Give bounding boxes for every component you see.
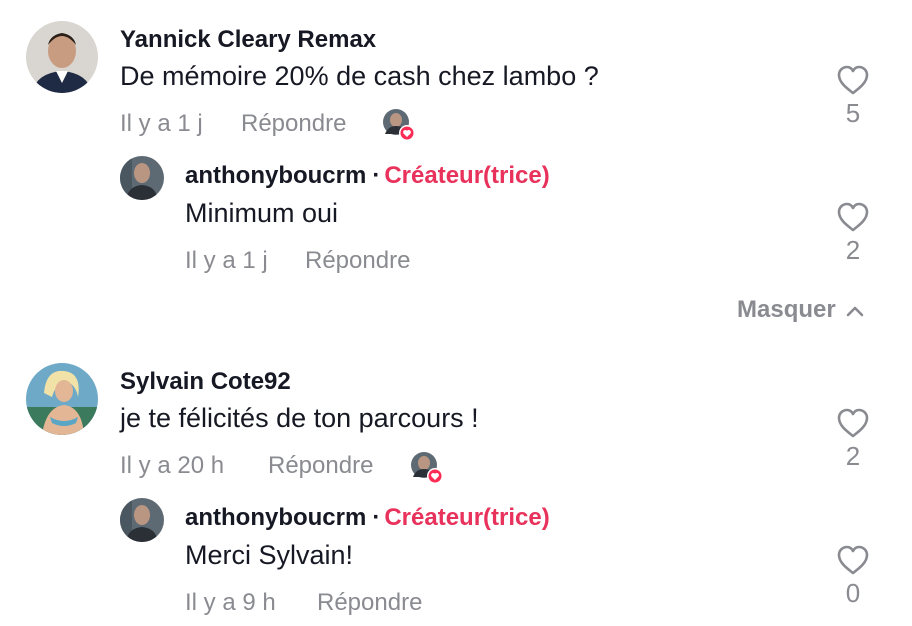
like-count: 2 — [845, 441, 861, 471]
comment-author[interactable]: Yannick Cleary Remax — [120, 26, 376, 54]
like-column: 2 — [833, 201, 873, 266]
avatar-anthonyboucrm[interactable] — [120, 156, 164, 200]
chevron-up-icon — [846, 306, 864, 316]
heart-outline-icon[interactable] — [836, 201, 870, 233]
reply-time: Il y a 9 h — [185, 589, 276, 616]
comment-author[interactable]: Sylvain Cote92 — [120, 368, 291, 396]
like-count: 2 — [845, 235, 861, 265]
reply-button[interactable]: Répondre — [317, 589, 422, 617]
comment-time: Il y a 1 j — [120, 110, 203, 137]
reply-button[interactable]: Répondre — [305, 247, 410, 275]
like-column: 5 — [833, 64, 873, 129]
avatar-anthonyboucrm[interactable] — [120, 498, 164, 542]
like-count: 0 — [845, 578, 861, 608]
reply-text: Minimum oui — [185, 198, 339, 228]
reply-author-name[interactable]: anthonyboucrm — [185, 162, 366, 189]
separator: · — [372, 504, 381, 531]
hide-replies-label: Masquer — [737, 296, 836, 323]
reply-author[interactable]: anthonyboucrm · Créateur(trice) — [185, 504, 550, 532]
reply-button[interactable]: Répondre — [241, 110, 346, 138]
hide-replies-button[interactable]: Masquer — [737, 296, 864, 324]
separator: · — [372, 162, 381, 189]
comments-page: Yannick Cleary Remax De mémoire 20% de c… — [0, 0, 912, 626]
reply-author[interactable]: anthonyboucrm · Créateur(trice) — [185, 162, 550, 190]
like-column: 0 — [833, 544, 873, 609]
heart-outline-icon[interactable] — [836, 64, 870, 96]
avatar-yannick[interactable] — [26, 21, 98, 93]
creator-liked-heart-icon — [410, 451, 443, 484]
reply-time: Il y a 1 j — [185, 247, 268, 274]
reply-text: Merci Sylvain! — [185, 540, 354, 570]
comment-text: je te félicités de ton parcours ! — [120, 403, 479, 433]
reply-author-name[interactable]: anthonyboucrm — [185, 504, 366, 531]
like-column: 2 — [833, 407, 873, 472]
heart-outline-icon[interactable] — [836, 407, 870, 439]
heart-outline-icon[interactable] — [836, 544, 870, 576]
creator-badge: Créateur(trice) — [384, 504, 550, 531]
creator-liked-heart-icon — [382, 108, 415, 141]
like-count: 5 — [845, 98, 861, 128]
comment-text: De mémoire 20% de cash chez lambo ? — [120, 61, 599, 91]
comment-time: Il y a 20 h — [120, 452, 225, 479]
reply-button[interactable]: Répondre — [268, 452, 373, 480]
avatar-sylvain[interactable] — [26, 363, 98, 435]
creator-badge: Créateur(trice) — [384, 162, 550, 189]
